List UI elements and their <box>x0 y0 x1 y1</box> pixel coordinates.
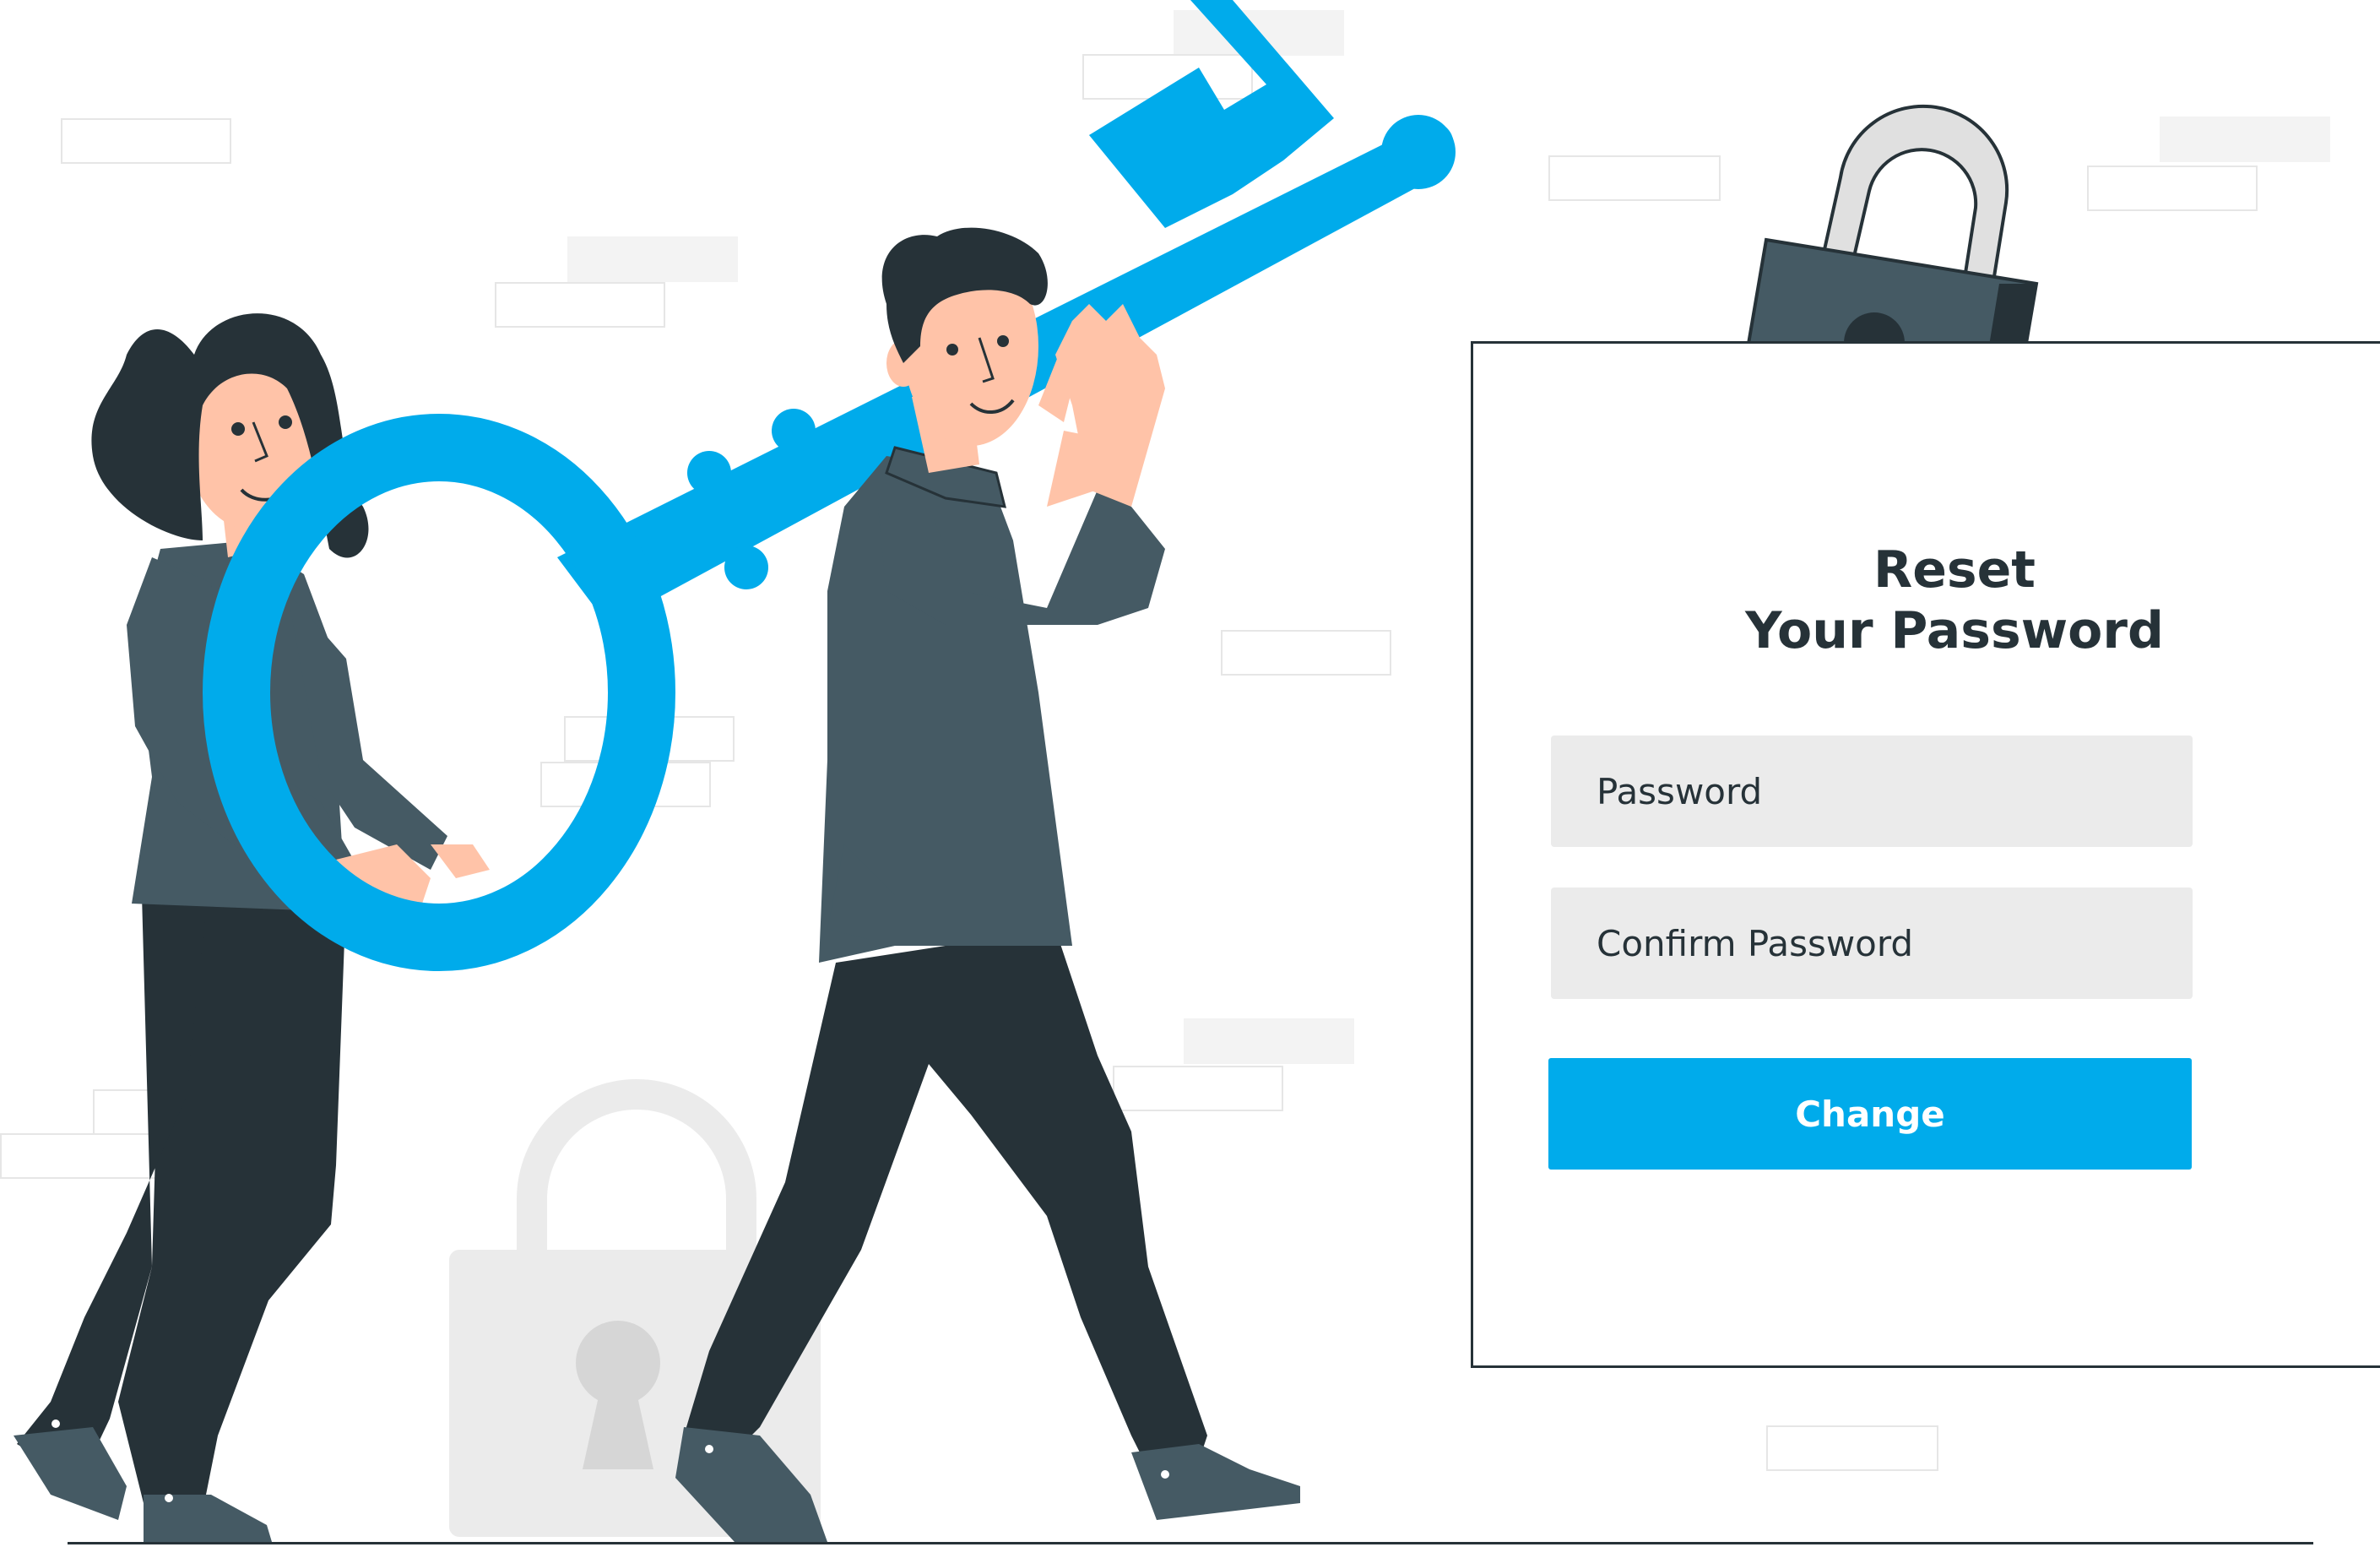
background-brick <box>540 762 711 807</box>
reset-password-card: Reset Your Password Change <box>1471 341 2380 1368</box>
man-figure <box>675 227 1300 1542</box>
background-padlock-icon <box>449 1079 821 1537</box>
background-brick <box>1174 10 1344 56</box>
background-brick <box>567 236 738 282</box>
reset-password-illustration: Reset Your Password Change <box>0 0 2380 1547</box>
key-illustration <box>203 0 1456 971</box>
background-brick <box>2160 117 2330 162</box>
background-brick <box>0 1133 171 1179</box>
background-brick <box>61 118 231 164</box>
background-brick <box>2087 166 2258 211</box>
change-button[interactable]: Change <box>1548 1058 2192 1170</box>
background-brick <box>1113 1066 1283 1111</box>
ground-line <box>68 1542 2313 1544</box>
woman-figure <box>14 313 490 1542</box>
background-brick <box>495 282 665 328</box>
password-input[interactable] <box>1551 736 2193 847</box>
reset-password-title: Reset Your Password <box>1473 540 2380 661</box>
background-brick <box>1184 1018 1354 1064</box>
background-brick <box>93 1089 263 1135</box>
background-brick <box>564 716 735 762</box>
title-line-1: Reset <box>1873 540 2036 600</box>
background-brick <box>1548 155 1721 201</box>
background-brick <box>1082 54 1253 100</box>
background-brick <box>1221 630 1391 676</box>
confirm-password-input[interactable] <box>1551 887 2193 999</box>
title-line-2: Your Password <box>1745 601 2164 660</box>
background-brick <box>1766 1425 1938 1471</box>
